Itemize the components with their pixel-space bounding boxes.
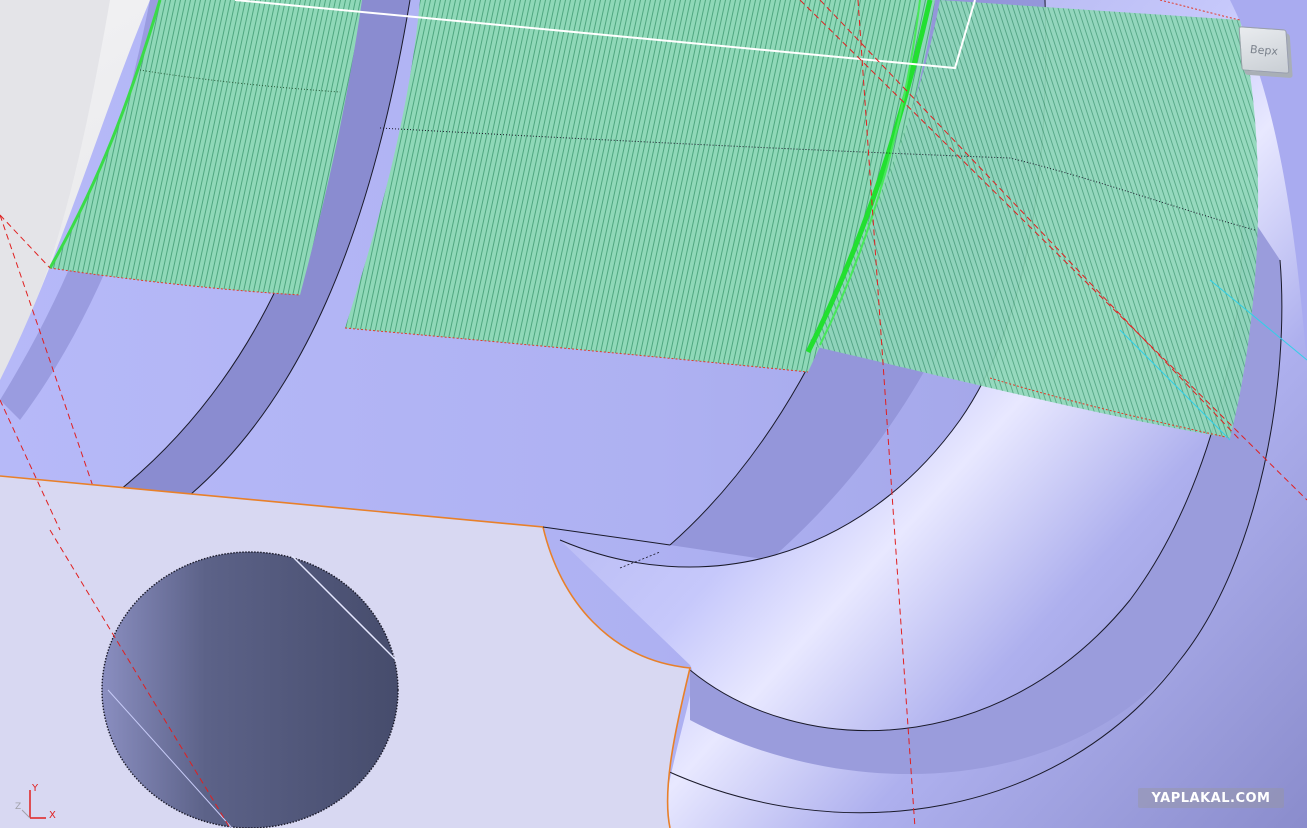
view-cube-widget[interactable]: Верх: [1236, 20, 1298, 78]
model-scene[interactable]: [0, 0, 1307, 828]
cad-3d-viewport[interactable]: Верх Y X Z YAPLAKAL.COM: [0, 0, 1307, 828]
axis-triad-z-line: [21, 809, 31, 819]
view-cube-face-top[interactable]: Верх: [1238, 26, 1290, 74]
axis-triad-z-label: Z: [15, 802, 21, 812]
bore-hole: [102, 552, 398, 828]
axis-triad: Y X Z: [15, 783, 56, 821]
axis-triad-y-label: Y: [31, 783, 39, 794]
view-cube-face-label: Верх: [1249, 42, 1279, 58]
watermark: YAPLAKAL.COM: [1138, 788, 1284, 808]
axis-triad-x-label: X: [49, 810, 56, 821]
